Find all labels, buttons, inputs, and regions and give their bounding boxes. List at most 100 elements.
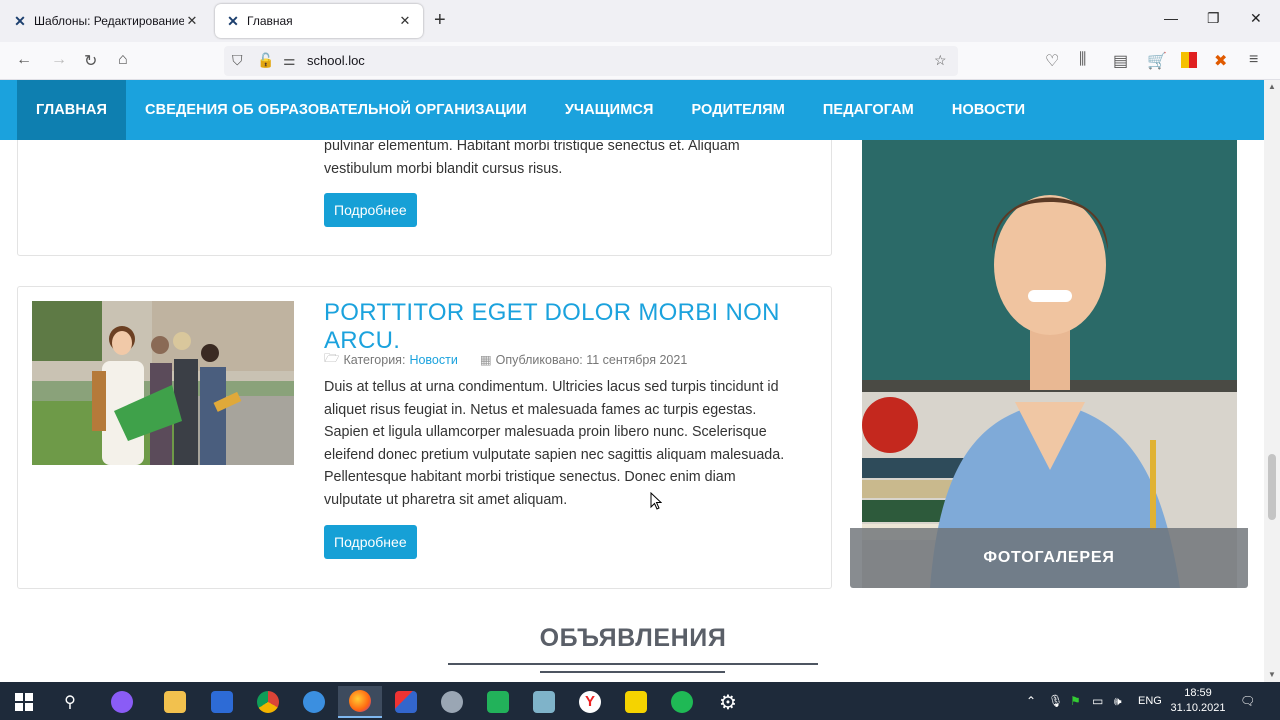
joomla-icon: ✕: [14, 12, 26, 29]
firefox-icon: [349, 690, 371, 712]
taskbar-firefox[interactable]: [338, 686, 382, 718]
volume-icon[interactable]: 🕪: [1114, 694, 1122, 709]
minimize-button[interactable]: —: [1164, 10, 1178, 26]
back-icon[interactable]: ←: [16, 51, 32, 69]
tab-title: Шаблоны: Редактирование стиля: [34, 14, 184, 28]
sidebar-icon[interactable]: ▤: [1113, 51, 1128, 71]
close-icon[interactable]: ✕: [184, 13, 200, 29]
date: 31.10.2021: [1170, 702, 1226, 714]
sticky-note-icon: [625, 691, 647, 713]
bookmark-star-icon[interactable]: ☆: [934, 52, 947, 69]
folder-icon: [164, 691, 186, 713]
article-text: Duis at tellus at urna condimentum. Ultr…: [324, 376, 784, 511]
restore-button[interactable]: ❐: [1207, 10, 1220, 27]
scroll-up-icon[interactable]: ▲: [1268, 82, 1276, 91]
yandex-icon: Y: [579, 691, 601, 713]
section-title: ОБЪЯВЛЕНИЯ: [539, 624, 727, 652]
read-more-button[interactable]: Подробнее: [324, 193, 417, 227]
permissions-icon[interactable]: ⚌: [283, 52, 296, 69]
text-line: aliquet risus feugiat in. Netus et males…: [324, 401, 757, 418]
time: 18:59: [1184, 687, 1212, 699]
mouse-cursor-icon: [650, 492, 662, 510]
chevron-up-icon[interactable]: ⌃: [1026, 694, 1036, 708]
reload-icon[interactable]: ↻: [84, 51, 97, 71]
read-more-button[interactable]: Подробнее: [324, 525, 417, 559]
url-text: school.loc: [307, 53, 365, 68]
address-bar[interactable]: ⛉ 🔓 ⚌ school.loc ☆: [224, 46, 958, 76]
tab-home[interactable]: ✕ Главная ✕: [215, 4, 423, 38]
page-scrollbar[interactable]: ▲ ▼: [1264, 80, 1280, 682]
category-link[interactable]: Новости: [409, 353, 457, 367]
alice-icon: [111, 691, 133, 713]
tab-templates[interactable]: ✕ Шаблоны: Редактирование стиля ✕: [2, 4, 210, 38]
article-meta: 🗁 Категория: Новости ▦ Опубликовано: 11 …: [324, 349, 687, 370]
network-icon[interactable]: ▭: [1092, 694, 1103, 708]
cart-icon[interactable]: 🛒: [1147, 51, 1167, 71]
search-button[interactable]: ⚲: [48, 686, 92, 718]
menu-item-students[interactable]: УЧАЩИМСЯ: [546, 80, 673, 140]
taskbar-chrome[interactable]: [246, 686, 290, 718]
taskbar-yandex[interactable]: Y: [568, 686, 612, 718]
menu-item-organization[interactable]: СВЕДЕНИЯ ОБ ОБРАЗОВАТЕЛЬНОЙ ОРГАНИЗАЦИИ: [126, 80, 546, 140]
taskbar-save[interactable]: [200, 686, 244, 718]
taskbar-app[interactable]: [476, 686, 520, 718]
page-viewport: pulvinar elementum. Habitant morbi trist…: [0, 80, 1264, 682]
taskbar-app[interactable]: [292, 686, 336, 718]
joomla-icon: ✕: [227, 12, 239, 29]
photo-gallery[interactable]: ФОТОГАЛЕРЕЯ: [850, 140, 1248, 588]
scroll-down-icon[interactable]: ▼: [1268, 670, 1276, 679]
app-icon: [441, 691, 463, 713]
article-title[interactable]: PORTTITOR EGET DOLOR MORBI NON ARCU.: [324, 299, 831, 355]
menu-item-home[interactable]: ГЛАВНАЯ: [17, 80, 127, 140]
shield-icon[interactable]: ⛉: [232, 52, 243, 69]
folder-icon: 🗁: [324, 351, 340, 365]
taskbar-app[interactable]: [660, 686, 704, 718]
menu-item-parents[interactable]: РОДИТЕЛЯМ: [672, 80, 803, 140]
taskbar-explorer[interactable]: [153, 686, 197, 718]
taskbar-app[interactable]: [430, 686, 474, 718]
home-icon[interactable]: ⌂: [118, 51, 128, 69]
notifications-icon[interactable]: 🗨: [1240, 694, 1255, 708]
tab-title: Главная: [247, 14, 293, 28]
taskbar-app[interactable]: [522, 686, 566, 718]
menu-item-teachers[interactable]: ПЕДАГОГАМ: [804, 80, 933, 140]
published-date: Опубликовано: 11 сентября 2021: [495, 352, 688, 367]
menu-icon[interactable]: ≡: [1249, 51, 1258, 69]
divider: [540, 671, 725, 673]
pocket-icon[interactable]: ♡: [1045, 51, 1059, 71]
new-tab-button[interactable]: +: [434, 10, 446, 30]
flag-icon[interactable]: ⚑: [1070, 694, 1081, 708]
chrome-icon: [257, 691, 279, 713]
taskbar-settings[interactable]: ⚙: [706, 686, 750, 718]
floppy-icon: [211, 691, 233, 713]
start-button[interactable]: [2, 686, 46, 718]
window-close-button[interactable]: ✕: [1250, 10, 1262, 27]
extension-flag-icon[interactable]: [1181, 52, 1197, 68]
paint-icon: [395, 691, 417, 713]
extension-x-icon[interactable]: ✖: [1214, 51, 1227, 71]
article-text: pulvinar elementum. Habitant morbi trist…: [324, 135, 740, 180]
browser-tab-strip: ✕ Шаблоны: Редактирование стиля ✕ ✕ Глав…: [0, 0, 1280, 42]
site-main-menu: ГЛАВНАЯ СВЕДЕНИЯ ОБ ОБРАЗОВАТЕЛЬНОЙ ОРГА…: [0, 80, 1264, 140]
taskbar-paint[interactable]: [384, 686, 428, 718]
library-icon[interactable]: ⫼: [1079, 51, 1086, 69]
taskbar-sticky-notes[interactable]: [614, 686, 658, 718]
microphone-icon[interactable]: 🎙: [1048, 694, 1063, 708]
windows-icon: [15, 693, 33, 711]
close-icon[interactable]: ✕: [397, 13, 413, 29]
text-line: vestibulum morbi blandit cursus risus.: [324, 160, 563, 177]
article-card: PORTTITOR EGET DOLOR MORBI NON ARCU. 🗁 К…: [17, 286, 832, 589]
menu-item-news[interactable]: НОВОСТИ: [933, 80, 1044, 140]
text-line: vulputate ut pharetra sit amet aliquam.: [324, 491, 568, 508]
lock-warning-icon[interactable]: 🔓: [257, 52, 274, 69]
app-icon: [487, 691, 509, 713]
taskbar-alice[interactable]: [100, 686, 144, 718]
scroll-thumb[interactable]: [1268, 454, 1276, 520]
text-line: Duis at tellus at urna condimentum. Ultr…: [324, 379, 779, 395]
clock[interactable]: 18:59 31.10.2021: [1170, 686, 1226, 716]
forward-icon[interactable]: →: [51, 51, 67, 69]
search-icon: ⚲: [64, 694, 76, 711]
language-indicator[interactable]: ENG: [1138, 695, 1162, 707]
article-photo[interactable]: [32, 301, 294, 465]
gear-icon: ⚙: [719, 691, 737, 714]
